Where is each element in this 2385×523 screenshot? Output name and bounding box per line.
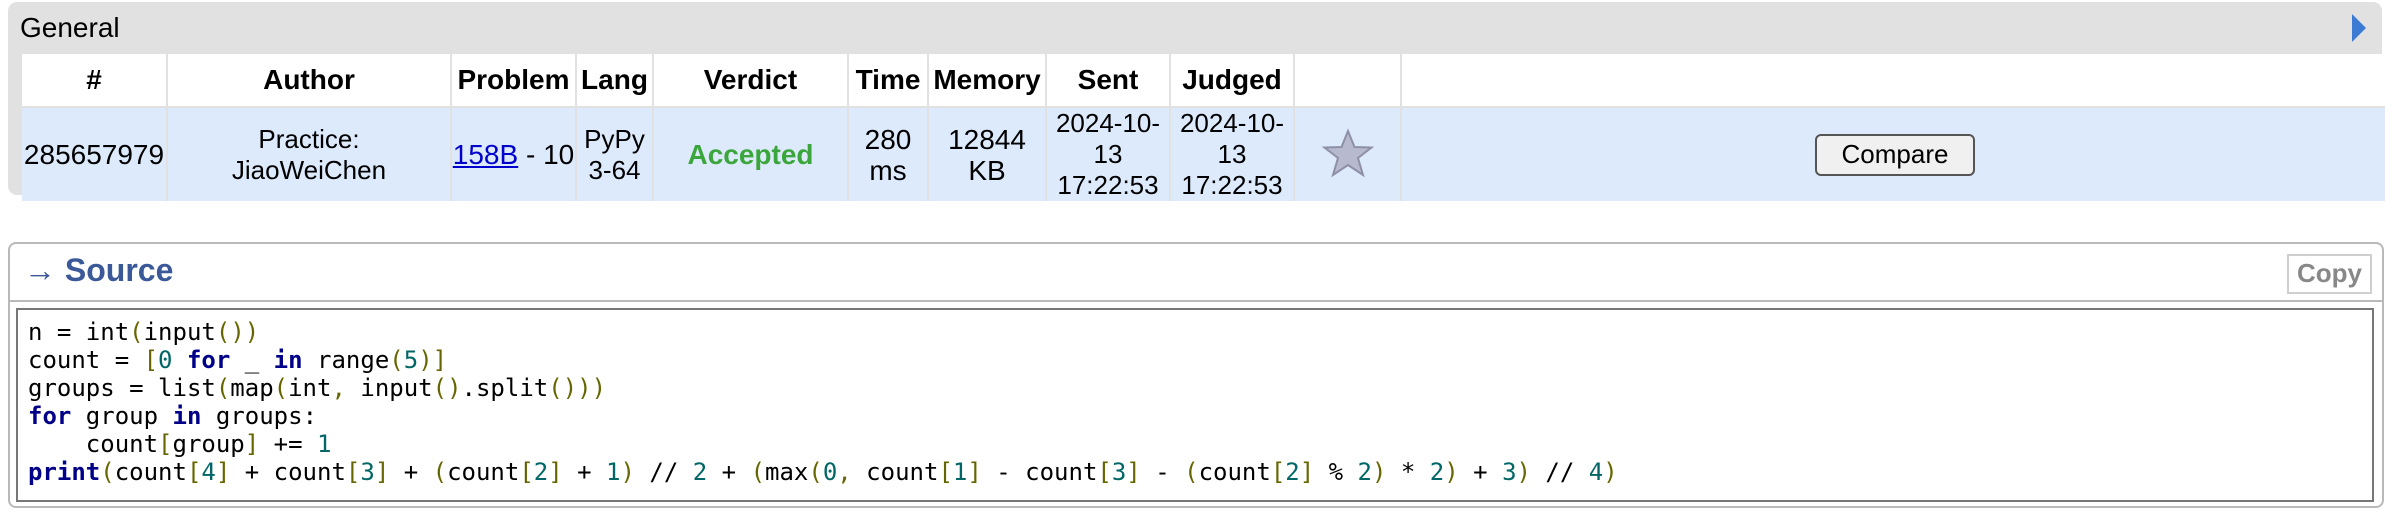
table-row: 285657979 Practice: JiaoWeiChen 158B - 1… (22, 106, 2385, 201)
favorite-cell (1294, 106, 1402, 201)
code-line: print(count[4] + count[3] + (count[2] + … (28, 458, 1618, 486)
problem-cell: 158B - 10 (451, 106, 577, 201)
sent-cell: 2024-10-13 17:22:53 (1046, 106, 1171, 201)
source-header: → Source Copy (10, 244, 2382, 302)
submission-table: # Author Problem Lang Verdict Time Memor… (22, 54, 2385, 201)
col-header-sent: Sent (1046, 54, 1171, 107)
code-line: count[group] += 1 (28, 430, 332, 458)
copy-button[interactable]: Copy (2287, 254, 2372, 294)
verdict-cell: Accepted (653, 106, 849, 201)
source-title: → Source (24, 252, 174, 288)
verdict-text: Accepted (687, 139, 814, 170)
col-header-problem: Problem (451, 54, 577, 107)
col-header-author: Author (167, 54, 452, 107)
author-name: JiaoWeiChen (231, 154, 387, 185)
table-header-row: # Author Problem Lang Verdict Time Memor… (22, 54, 2385, 107)
code-box: n = int(input()) count = [0 for _ in rang… (16, 308, 2374, 502)
play-icon[interactable] (2352, 14, 2366, 42)
col-header-compare (1401, 54, 2385, 107)
col-header-judged: Judged (1170, 54, 1295, 107)
col-header-lang: Lang (576, 54, 654, 107)
lang-cell: PyPy 3-64 (576, 106, 654, 201)
time-cell: 280 ms (848, 106, 929, 201)
problem-link[interactable]: 158B (453, 139, 518, 170)
code-line: groups = list(map(int, input().split())) (28, 374, 607, 402)
problem-suffix: - 10 (518, 139, 575, 170)
code-line: n = int(input()) (28, 318, 260, 346)
sent-time: 17:22:53 (1057, 170, 1159, 200)
author-prefix: Practice: (258, 123, 360, 154)
col-header-favorite (1294, 54, 1402, 107)
submission-id: 285657979 (22, 106, 168, 201)
compare-cell: Compare (1401, 106, 2385, 201)
judged-date: 2024-10-13 (1179, 108, 1285, 169)
lang-line1: PyPy (584, 123, 645, 154)
code-line: for group in groups: (28, 402, 318, 430)
sent-date: 2024-10-13 (1055, 108, 1161, 169)
lang-line2: 3-64 (588, 154, 641, 185)
star-icon[interactable] (1320, 127, 1376, 183)
col-header-time: Time (848, 54, 929, 107)
code-line: count = [0 for _ in range(5)] (28, 346, 448, 374)
judged-cell: 2024-10-13 17:22:53 (1170, 106, 1295, 201)
col-header-memory: Memory (928, 54, 1047, 107)
general-title: General (20, 12, 120, 43)
col-header-id: # (22, 54, 168, 107)
memory-cell: 12844 KB (928, 106, 1047, 201)
col-header-verdict: Verdict (653, 54, 849, 107)
general-panel: General # Author Problem Lang Verdict Ti… (8, 2, 2385, 201)
author-cell: Practice: JiaoWeiChen (167, 106, 452, 201)
compare-button[interactable]: Compare (1815, 133, 1975, 176)
source-code: n = int(input()) count = [0 for _ in rang… (18, 310, 2372, 494)
source-panel: → Source Copy n = int(input()) count = [0… (8, 242, 2384, 508)
judged-time: 17:22:53 (1181, 170, 1283, 200)
